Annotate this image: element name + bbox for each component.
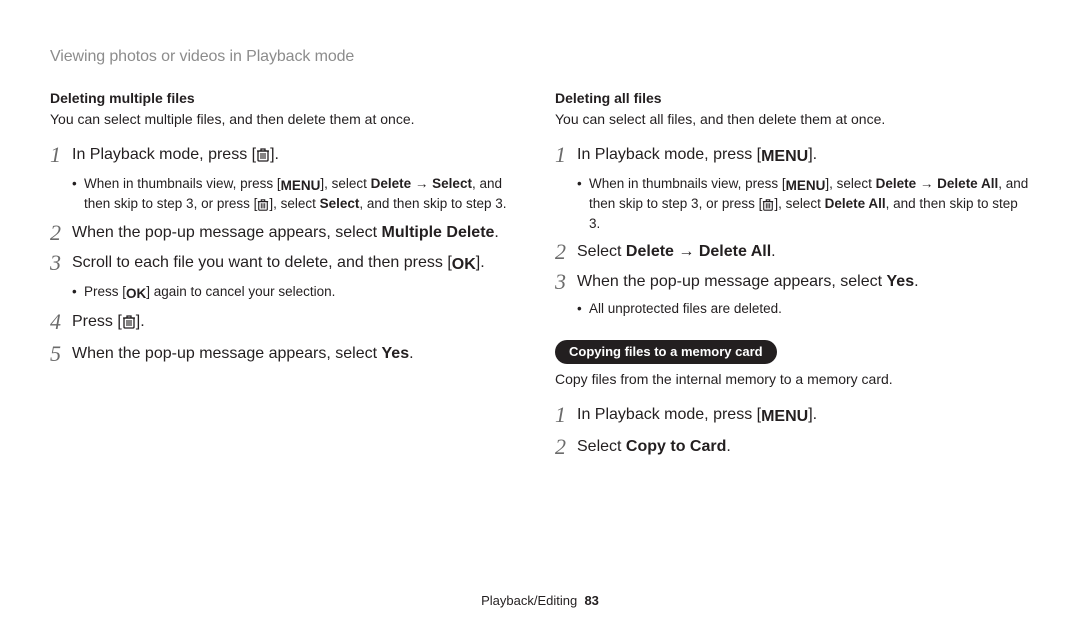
manual-page: Viewing photos or videos in Playback mod…: [0, 0, 1080, 630]
sub-item: All unprotected files are deleted.: [577, 300, 1030, 318]
menu-icon: MENU: [786, 177, 826, 195]
step-text: In Playback mode, press [: [72, 146, 256, 163]
step-text-bold: Copy to Card: [626, 438, 726, 455]
section-title-deleting-multiple: Deleting multiple files: [50, 90, 525, 106]
steps-list: 4 Press []. 5 When the pop-up message ap…: [50, 310, 525, 366]
step-number: 1: [555, 143, 577, 167]
step-text-bold: Yes: [887, 273, 915, 290]
sub-list: When in thumbnails view, press [MENU], s…: [50, 175, 525, 215]
step-number: 2: [555, 240, 577, 264]
step-1: 1 In Playback mode, press [MENU].: [555, 143, 1030, 169]
two-column-layout: Deleting multiple files You can select m…: [50, 90, 1030, 465]
steps-list: 1 In Playback mode, press [].: [50, 143, 525, 169]
trash-icon: [256, 145, 270, 169]
trash-icon: [762, 197, 774, 215]
trash-icon: [122, 312, 136, 336]
step-text: In Playback mode, press [: [577, 406, 761, 423]
step-number: 1: [50, 143, 72, 167]
step-number: 4: [50, 310, 72, 334]
step-1: 1 In Playback mode, press [].: [50, 143, 525, 169]
step-text: When the pop-up message appears, select: [72, 224, 382, 241]
right-column: Deleting all files You can select all fi…: [555, 90, 1030, 465]
step-4: 4 Press [].: [50, 310, 525, 336]
step-number: 3: [555, 270, 577, 294]
step-1: 1 In Playback mode, press [MENU].: [555, 403, 1030, 429]
step-number: 2: [50, 221, 72, 245]
section-title-deleting-all: Deleting all files: [555, 90, 1030, 106]
footer-section: Playback/Editing: [481, 593, 577, 608]
sub-list: All unprotected files are deleted.: [555, 300, 1030, 318]
step-text: Press [: [72, 313, 122, 330]
step-number: 2: [555, 435, 577, 459]
sub-item: When in thumbnails view, press [MENU], s…: [577, 175, 1030, 234]
steps-list: 1 In Playback mode, press [MENU].: [555, 143, 1030, 169]
steps-list: 2 Select Delete → Delete All. 3 When the…: [555, 240, 1030, 294]
step-2: 2 Select Delete → Delete All.: [555, 240, 1030, 264]
sub-list: Press [OK] again to cancel your selectio…: [50, 283, 525, 303]
steps-list: 2 When the pop-up message appears, selec…: [50, 221, 525, 277]
section-desc: You can select all files, and then delet…: [555, 110, 1030, 129]
menu-icon: MENU: [281, 177, 321, 195]
sub-item: When in thumbnails view, press [MENU], s…: [72, 175, 525, 215]
step-text: Select: [577, 438, 626, 455]
ok-icon: OK: [452, 253, 476, 277]
section-desc: Copy files from the internal memory to a…: [555, 370, 1030, 389]
step-number: 5: [50, 342, 72, 366]
step-5: 5 When the pop-up message appears, selec…: [50, 342, 525, 366]
step-3: 3 Scroll to each file you want to delete…: [50, 251, 525, 277]
step-text-bold: Yes: [382, 345, 410, 362]
step-2: 2 Select Copy to Card.: [555, 435, 1030, 459]
menu-icon: MENU: [761, 405, 808, 429]
step-number: 1: [555, 403, 577, 427]
sub-list: When in thumbnails view, press [MENU], s…: [555, 175, 1030, 234]
left-column: Deleting multiple files You can select m…: [50, 90, 525, 465]
section-desc: You can select multiple files, and then …: [50, 110, 525, 129]
step-text-bold: Delete All: [699, 243, 771, 260]
page-header: Viewing photos or videos in Playback mod…: [50, 48, 1030, 66]
menu-icon: MENU: [761, 145, 808, 169]
page-footer: Playback/Editing 83: [0, 593, 1080, 608]
step-text: Select: [577, 243, 626, 260]
page-number: 83: [584, 593, 598, 608]
step-3: 3 When the pop-up message appears, selec…: [555, 270, 1030, 294]
sub-item: Press [OK] again to cancel your selectio…: [72, 283, 525, 303]
steps-list: 1 In Playback mode, press [MENU]. 2 Sele…: [555, 403, 1030, 459]
ok-icon: OK: [126, 285, 146, 303]
step-2: 2 When the pop-up message appears, selec…: [50, 221, 525, 245]
step-text-bold: Multiple Delete: [382, 224, 495, 241]
step-text-bold: Delete: [626, 243, 674, 260]
step-text: Scroll to each file you want to delete, …: [72, 254, 452, 271]
step-text: When the pop-up message appears, select: [577, 273, 887, 290]
step-text: In Playback mode, press [: [577, 146, 761, 163]
pill-heading-copying: Copying files to a memory card: [555, 340, 777, 364]
trash-icon: [257, 197, 269, 215]
step-number: 3: [50, 251, 72, 275]
step-text: ].: [270, 146, 279, 163]
step-text: When the pop-up message appears, select: [72, 345, 382, 362]
